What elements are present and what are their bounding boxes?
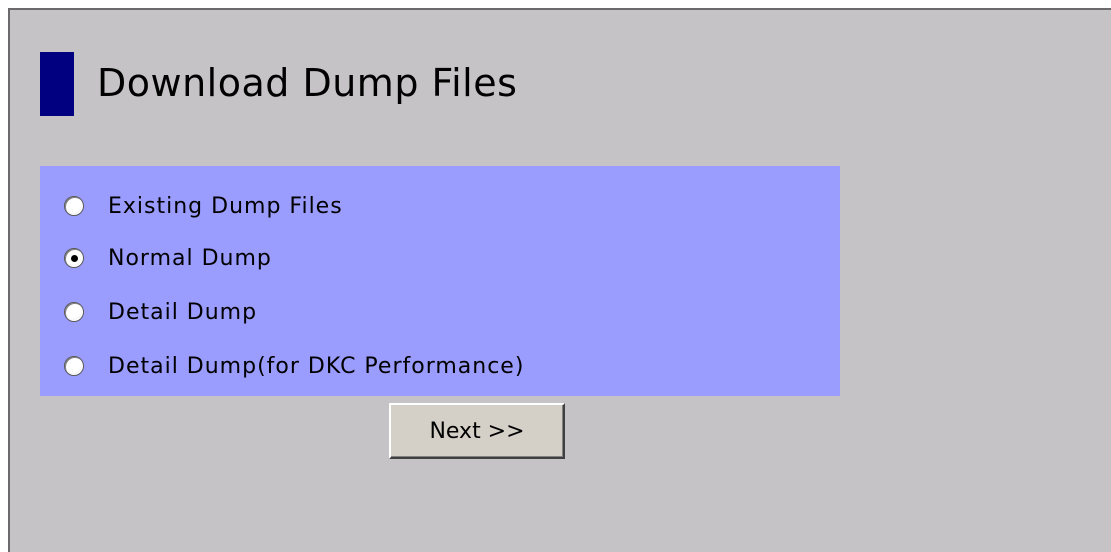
radio-button[interactable]: [64, 302, 84, 322]
next-button[interactable]: Next >>: [389, 403, 565, 459]
radio-button[interactable]: [64, 196, 84, 216]
option-label: Detail Dump: [108, 299, 258, 325]
radio-button[interactable]: [64, 356, 84, 376]
option-normal-dump[interactable]: Normal Dump: [64, 241, 272, 275]
title-accent-bar: [40, 52, 74, 116]
option-existing-dump-files[interactable]: Existing Dump Files: [64, 189, 343, 223]
option-detail-dump[interactable]: Detail Dump: [64, 295, 257, 329]
dump-type-radio-group: Existing Dump Files Normal Dump Detail D…: [40, 166, 840, 396]
option-label: Detail Dump(for DKC Performance): [108, 353, 525, 379]
option-label: Normal Dump: [108, 245, 272, 271]
page-title: Download Dump Files: [97, 61, 518, 105]
dump-download-panel: Download Dump Files Existing Dump Files …: [8, 8, 1111, 552]
option-detail-dump-dkc-performance[interactable]: Detail Dump(for DKC Performance): [64, 349, 524, 383]
radio-button[interactable]: [64, 248, 84, 268]
option-label: Existing Dump Files: [108, 193, 343, 219]
